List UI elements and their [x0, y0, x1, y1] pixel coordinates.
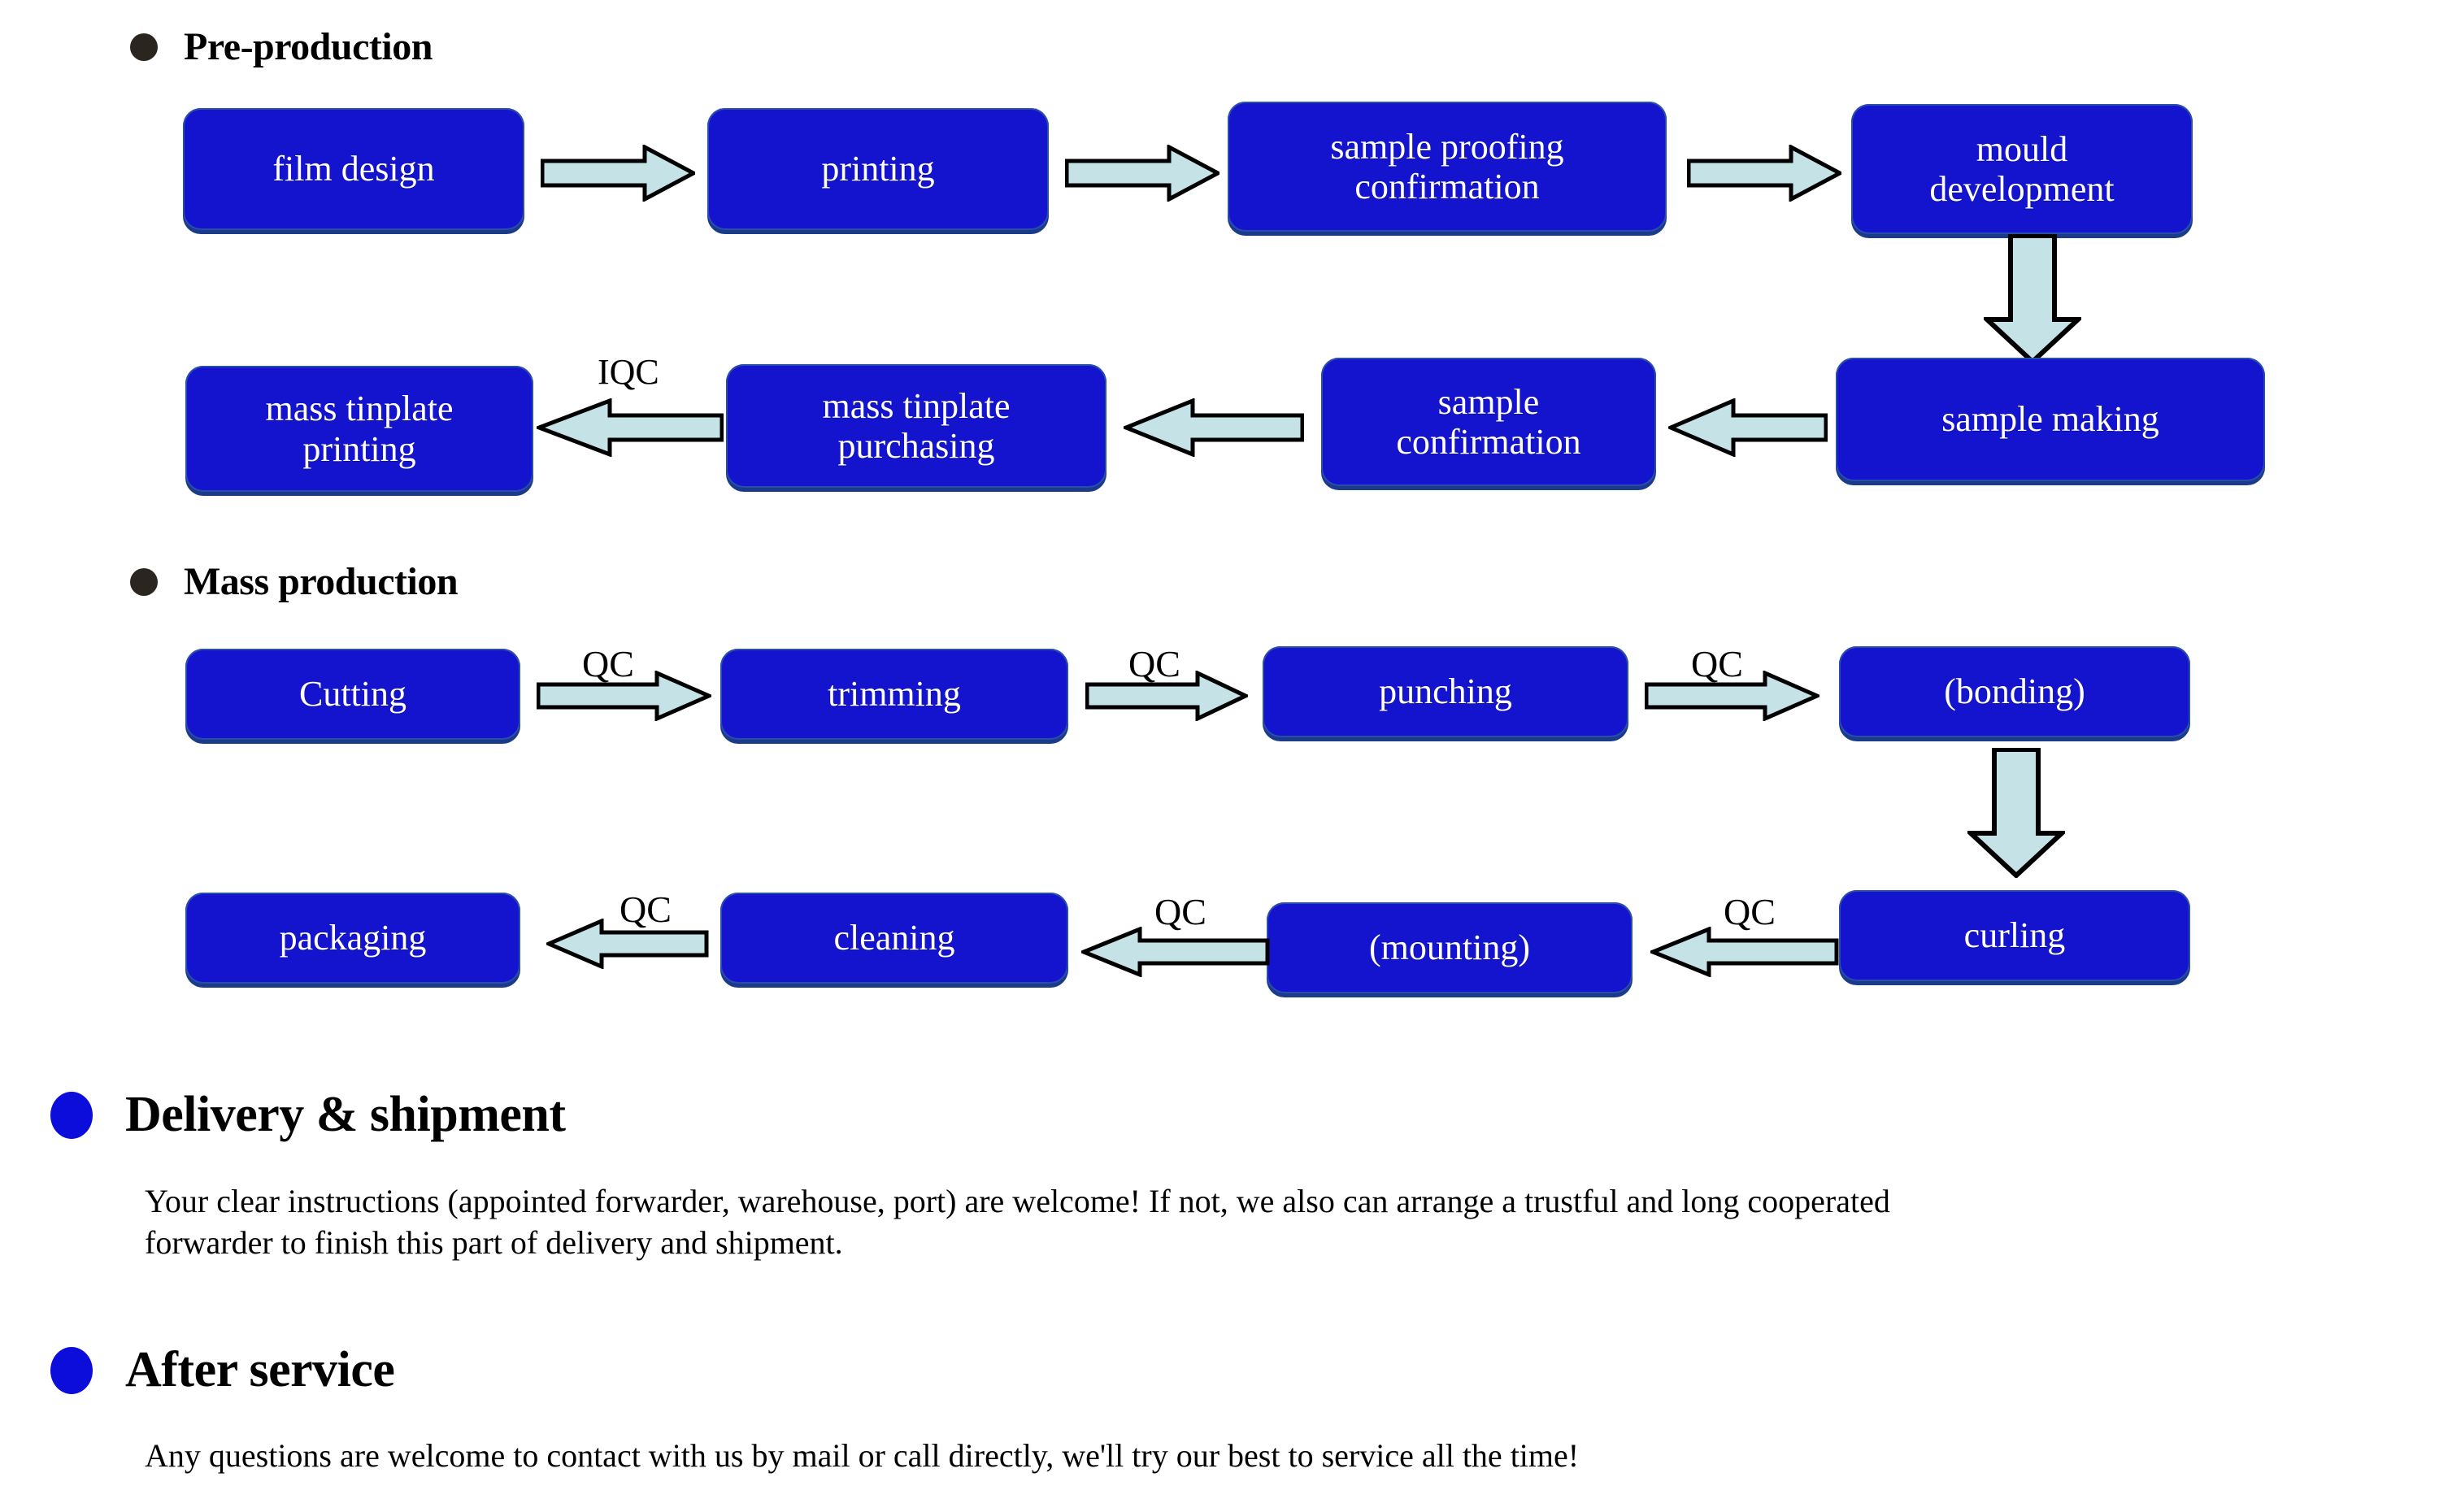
process-box-label: (mounting): [1369, 928, 1530, 968]
arrow-label-qc-1: QC: [582, 643, 634, 684]
process-box-label-line1: mould: [1976, 128, 2068, 169]
blue-dot-bullet-icon: [50, 1346, 93, 1394]
process-box-label-line2: confirmation: [1354, 167, 1540, 206]
process-box-label: film design: [272, 149, 435, 189]
diagram-canvas: Pre-production film design printing samp…: [0, 0, 2439, 1512]
section-heading-delivery: Delivery & shipment: [50, 1086, 566, 1144]
arrow-label-qc-4: QC: [620, 889, 672, 930]
process-box-mould-development[interactable]: mould development: [1851, 104, 2193, 234]
arrow-label-qc-3: QC: [1691, 643, 1743, 684]
section-title-massproduction: Mass production: [184, 560, 459, 603]
process-box-bonding[interactable]: (bonding): [1839, 646, 2190, 737]
process-box-cutting[interactable]: Cutting: [185, 649, 520, 740]
process-box-sample-proofing-confirmation[interactable]: sample proofing confirmation: [1228, 102, 1667, 232]
arrow-left-samplemaking-to-sampleconf: [1668, 398, 1828, 457]
arrow-label-qc-6: QC: [1724, 891, 1776, 932]
arrow-label-qc-5: QC: [1154, 891, 1206, 932]
section-heading-preproduction: Pre-production: [130, 24, 433, 69]
process-box-trimming[interactable]: trimming: [720, 649, 1068, 740]
process-box-label-line2: purchasing: [837, 426, 995, 466]
process-box-label: sample making: [1941, 399, 2159, 440]
process-box-label: cleaning: [833, 918, 955, 958]
blue-dot-bullet-icon: [50, 1091, 93, 1139]
arrow-left-mounting-to-cleaning: [1081, 927, 1270, 977]
process-box-label: Cutting: [298, 674, 407, 715]
section-heading-afterservice: After service: [50, 1341, 395, 1399]
section-title-afterservice: After service: [125, 1342, 395, 1397]
process-box-label-line2: printing: [302, 428, 416, 469]
dark-dot-bullet-icon: [130, 567, 158, 596]
arrow-right-film-to-printing: [541, 145, 695, 202]
arrow-label-qc-2: QC: [1128, 643, 1180, 684]
process-box-mass-tinplate-purchasing[interactable]: mass tinplate purchasing: [726, 364, 1106, 488]
process-box-label-line1: mass tinplate: [265, 389, 454, 429]
process-box-film-design[interactable]: film design: [183, 108, 524, 230]
process-box-label: trimming: [828, 674, 961, 715]
arrow-down-bonding-to-curling: [1967, 748, 2065, 878]
arrow-left-curling-to-mounting: [1650, 927, 1839, 977]
afterservice-body-line1: Any questions are welcome to contact wit…: [145, 1437, 1580, 1474]
process-box-label: curling: [1963, 915, 2066, 956]
process-box-label-line1: mass tinplate: [822, 385, 1011, 426]
delivery-body-text: Your clear instructions (appointed forwa…: [145, 1180, 2413, 1263]
process-box-sample-making[interactable]: sample making: [1836, 358, 2265, 481]
afterservice-body-text: Any questions are welcome to contact wit…: [145, 1435, 2413, 1476]
process-box-packaging[interactable]: packaging: [185, 893, 520, 984]
process-box-mounting[interactable]: (mounting): [1267, 902, 1633, 993]
arrow-left-sampleconf-to-purchasing: [1124, 398, 1304, 457]
process-box-printing[interactable]: printing: [707, 108, 1049, 230]
section-heading-massproduction: Mass production: [130, 559, 459, 604]
process-box-label-line1: sample proofing: [1330, 126, 1564, 167]
section-title-preproduction: Pre-production: [184, 25, 433, 68]
process-box-label: packaging: [279, 918, 427, 958]
process-box-label: punching: [1379, 671, 1512, 712]
process-box-mass-tinplate-printing[interactable]: mass tinplate printing: [185, 366, 533, 492]
process-box-cleaning[interactable]: cleaning: [720, 893, 1068, 984]
delivery-body-line2: forwarder to finish this part of deliver…: [145, 1224, 843, 1262]
process-box-punching[interactable]: punching: [1263, 646, 1628, 737]
delivery-body-line1: Your clear instructions (appointed forwa…: [145, 1183, 1890, 1219]
process-box-label-line1: sample: [1437, 381, 1540, 422]
dark-dot-bullet-icon: [130, 33, 158, 61]
section-title-delivery: Delivery & shipment: [125, 1087, 566, 1142]
process-box-label-line2: development: [1929, 169, 2115, 209]
arrow-label-iqc: IQC: [598, 352, 659, 392]
arrow-down-mould-to-sample-making: [1984, 234, 2081, 364]
arrow-right-proofing-to-mould: [1687, 145, 1841, 202]
process-box-label: (bonding): [1944, 671, 2085, 712]
process-box-label: printing: [821, 149, 935, 189]
process-box-curling[interactable]: curling: [1839, 890, 2190, 981]
process-box-label-line2: confirmation: [1396, 422, 1581, 462]
arrow-right-printing-to-proofing: [1065, 145, 1220, 202]
arrow-left-purchasing-to-printing: [537, 398, 724, 457]
process-box-sample-confirmation[interactable]: sample confirmation: [1321, 358, 1656, 486]
